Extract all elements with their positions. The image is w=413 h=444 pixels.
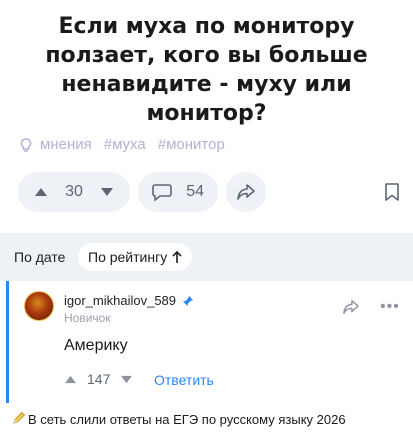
comment-card: igor_mikhailov_589 Новичок ••• Америку 1… <box>0 281 413 403</box>
sort-bar: По дате По рейтингу <box>0 233 413 281</box>
comment-vote-control: 147 <box>64 371 133 387</box>
downvote-icon[interactable] <box>100 187 114 197</box>
upvote-icon[interactable] <box>34 187 48 197</box>
tag-label: мнения <box>40 136 92 153</box>
question-actions: 30 54 <box>18 172 413 214</box>
sort-by-rating-label: По рейтингу <box>88 249 168 265</box>
share-icon <box>237 184 255 200</box>
tag-fly[interactable]: #муха <box>104 136 146 153</box>
share-icon[interactable] <box>342 299 360 315</box>
tag-monitor[interactable]: #монитор <box>158 136 225 153</box>
reply-button[interactable]: Ответить <box>154 372 214 388</box>
avatar[interactable] <box>24 291 54 321</box>
lightbulb-icon <box>20 137 32 152</box>
pencil-icon <box>13 411 26 424</box>
username-label: igor_mikhailov_589 <box>64 293 177 308</box>
promo-text: В сеть слили ответы на ЕГЭ по русскому я… <box>28 412 346 427</box>
upvote-icon[interactable] <box>64 375 77 384</box>
comment-vote-count: 147 <box>87 371 111 387</box>
more-options-icon[interactable]: ••• <box>380 298 400 316</box>
promo-banner[interactable]: В сеть слили ответы на ЕГЭ по русскому я… <box>0 403 413 444</box>
sort-by-date[interactable]: По дате <box>6 243 73 271</box>
author-rank: Новичок <box>64 311 111 325</box>
comment-author[interactable]: igor_mikhailov_589 <box>64 293 194 308</box>
vote-count: 30 <box>65 183 83 200</box>
question-title: Если муха по монитору ползает, кого вы б… <box>45 14 368 126</box>
comment-icon <box>152 184 172 201</box>
pin-icon <box>183 295 194 306</box>
comments-button[interactable]: 54 <box>138 172 218 212</box>
vote-control: 30 <box>18 172 130 212</box>
tag-opinions[interactable]: мнения <box>18 136 92 153</box>
arrow-up-icon <box>172 250 182 263</box>
share-button[interactable] <box>226 172 266 212</box>
thread-line <box>6 281 9 403</box>
comment-count: 54 <box>186 183 204 200</box>
tag-list: мнения #муха #монитор <box>18 136 237 153</box>
sort-by-rating[interactable]: По рейтингу <box>78 243 193 271</box>
downvote-icon[interactable] <box>120 375 133 384</box>
comment-text: Америку <box>64 337 128 354</box>
bookmark-icon[interactable] <box>384 182 400 202</box>
